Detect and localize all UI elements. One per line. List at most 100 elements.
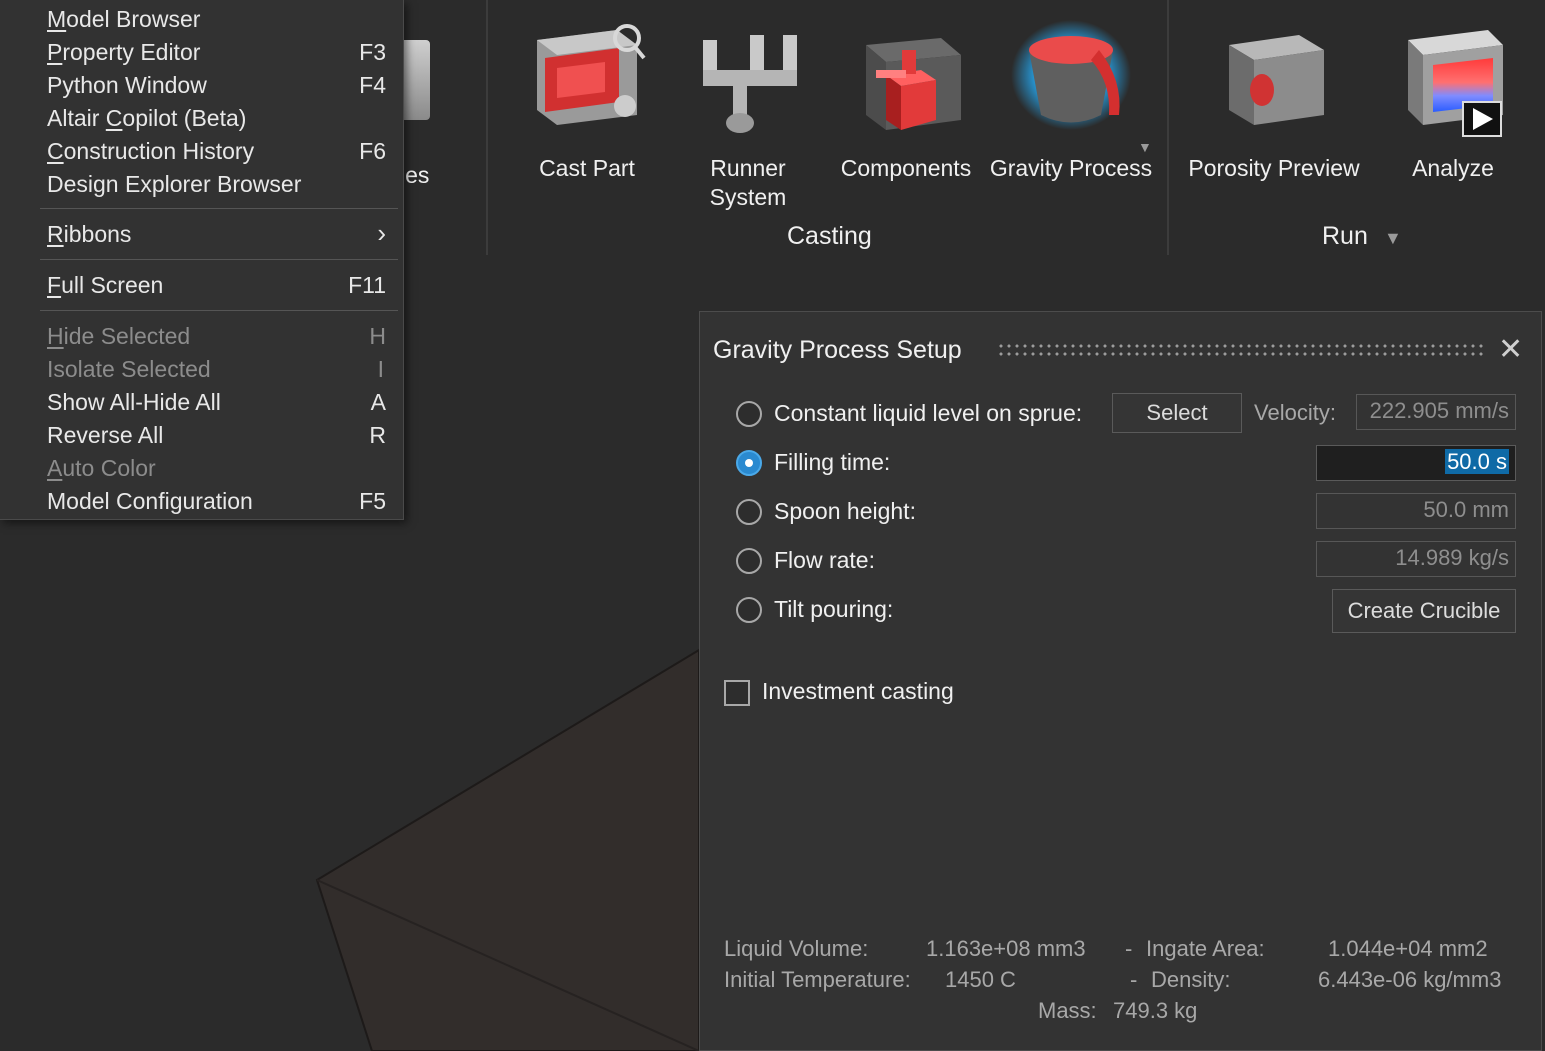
group-label-casting: Casting — [787, 222, 872, 250]
ribbon-separator — [486, 0, 488, 255]
close-icon[interactable]: ✕ — [1498, 332, 1523, 367]
investment-casting-checkbox[interactable] — [724, 680, 750, 706]
analyze-label: Analyze — [1412, 155, 1494, 181]
radio-spoon-height[interactable] — [736, 499, 762, 525]
menu-item-label: Construction History — [47, 138, 254, 165]
casting-overflow-arrow-icon[interactable]: ▼ — [1138, 139, 1152, 155]
option-label: Tilt pouring: — [774, 596, 894, 622]
menu-item-model-browser[interactable]: Model Browser — [0, 3, 402, 36]
menu-item-design-explorer-browser[interactable]: Design Explorer Browser — [0, 168, 402, 201]
menu-item-label: Altair Copilot (Beta) — [47, 105, 246, 132]
radio-constant-liquid-level[interactable] — [736, 401, 762, 427]
runner-label-line1: Runner — [710, 155, 786, 181]
cast-part-button[interactable]: Cast Part — [527, 20, 647, 183]
cast-part-icon — [527, 20, 647, 140]
gravity-process-label: Gravity Process — [989, 155, 1153, 181]
density-value: 6.443e-06 kg/mm3 — [1318, 967, 1502, 992]
label-text: ull Screen — [61, 272, 164, 298]
ingate-area-value: 1.044e+04 mm2 — [1328, 936, 1488, 961]
analyze-icon — [1393, 20, 1513, 140]
label-text: opilot (Beta) — [122, 105, 247, 131]
shortcut: F3 — [359, 39, 386, 65]
analyze-button[interactable]: Analyze — [1392, 20, 1514, 183]
menu-item-property-editor[interactable]: Property Editor F3 — [0, 36, 402, 69]
option-label: Filling time: — [774, 449, 891, 475]
menu-item-label: Model Browser — [47, 6, 200, 33]
shortcut: F6 — [359, 138, 386, 164]
shortcut: H — [369, 323, 386, 349]
density-label: Density: — [1151, 967, 1231, 992]
runner-system-icon — [688, 20, 808, 140]
label-text: roperty Editor — [62, 39, 201, 65]
option-label: Spoon height: — [774, 498, 916, 524]
menu-item-label: Isolate Selected — [47, 356, 211, 382]
menu-item-label: Show All-Hide All — [47, 389, 221, 415]
components-label: Components — [840, 155, 972, 181]
label-text: uto Color — [62, 455, 156, 481]
label-text: ibbons — [63, 221, 132, 247]
mnemonic: P — [47, 39, 63, 65]
menu-item-full-screen[interactable]: Full Screen F11 — [0, 269, 402, 302]
mnemonic: C — [47, 138, 64, 164]
initial-temperature-label: Initial Temperature: — [724, 967, 911, 992]
label-text: odel Browser — [66, 6, 201, 32]
dialog-title: Gravity Process Setup — [713, 336, 962, 364]
runner-system-label: Runner System — [688, 154, 808, 212]
mnemonic: A — [47, 455, 63, 481]
porosity-preview-icon — [1214, 20, 1334, 140]
mnemonic: F — [47, 272, 62, 298]
shortcut: F4 — [359, 72, 386, 98]
gravity-process-setup-dialog: Gravity Process Setup ✕ Constant liquid … — [699, 311, 1542, 1051]
radio-tilt-pouring[interactable] — [736, 597, 762, 623]
create-crucible-button[interactable]: Create Crucible — [1332, 589, 1516, 633]
gravity-process-icon — [1011, 20, 1131, 140]
menu-item-label: Hide Selected — [47, 323, 190, 350]
menu-item-label: Model Configuration — [47, 488, 253, 514]
menu-item-reverse-all[interactable]: Reverse All R — [0, 419, 402, 452]
run-dropdown-arrow-icon[interactable]: ▼ — [1384, 228, 1402, 249]
components-button[interactable]: Components — [838, 20, 974, 183]
velocity-label: Velocity: — [1254, 400, 1336, 425]
shortcut: F5 — [359, 488, 386, 514]
option-label: Flow rate: — [774, 547, 875, 573]
label-text: Altair — [47, 105, 106, 131]
mass-value: 749.3 kg — [1113, 998, 1198, 1023]
filling-time-input[interactable]: 50.0 s — [1316, 445, 1516, 481]
info-separator: - — [1130, 967, 1138, 992]
mnemonic: R — [47, 221, 64, 247]
menu-item-isolate-selected: Isolate Selected I — [0, 353, 402, 386]
mnemonic: C — [105, 105, 123, 131]
menu-item-show-all-hide-all[interactable]: Show All-Hide All A — [0, 386, 402, 419]
gravity-process-button[interactable]: Gravity Process — [987, 20, 1155, 183]
filling-time-value: 50.0 s — [1445, 449, 1509, 474]
shortcut: R — [369, 422, 386, 448]
label-text: ide Selected — [63, 323, 191, 349]
flow-rate-field: 14.989 kg/s — [1316, 541, 1516, 577]
menu-item-hide-selected: Hide Selected H — [0, 320, 402, 353]
menu-item-altair-copilot[interactable]: Altair Copilot (Beta) — [0, 102, 402, 135]
menu-item-ribbons[interactable]: Ribbons › — [0, 218, 402, 251]
partial-tool-label[interactable]: les — [400, 162, 429, 189]
radio-filling-time[interactable] — [736, 450, 762, 476]
mnemonic: H — [47, 323, 64, 349]
investment-casting-label: Investment casting — [762, 678, 954, 704]
menu-item-label: Reverse All — [47, 422, 164, 448]
select-button[interactable]: Select — [1112, 393, 1242, 433]
menu-item-label: Auto Color — [47, 455, 156, 482]
menu-item-python-window[interactable]: Python Window F4 — [0, 69, 402, 102]
menu-item-model-configuration[interactable]: Model Configuration F5 — [0, 485, 402, 518]
initial-temperature-value: 1450 C — [945, 967, 1016, 992]
menu-item-construction-history[interactable]: Construction History F6 — [0, 135, 402, 168]
radio-flow-rate[interactable] — [736, 548, 762, 574]
menu-separator — [40, 259, 398, 260]
cast-part-label: Cast Part — [539, 155, 635, 181]
menu-item-label: Full Screen — [47, 272, 163, 299]
porosity-preview-button[interactable]: Porosity Preview — [1183, 20, 1365, 183]
components-icon — [846, 20, 966, 140]
runner-label-line2: System — [709, 184, 787, 210]
drag-handle[interactable] — [997, 342, 1485, 358]
menu-item-label: Python Window — [47, 72, 207, 98]
liquid-volume-label: Liquid Volume: — [724, 936, 869, 961]
runner-system-button[interactable]: Runner System — [688, 20, 808, 212]
menu-separator — [40, 310, 398, 311]
